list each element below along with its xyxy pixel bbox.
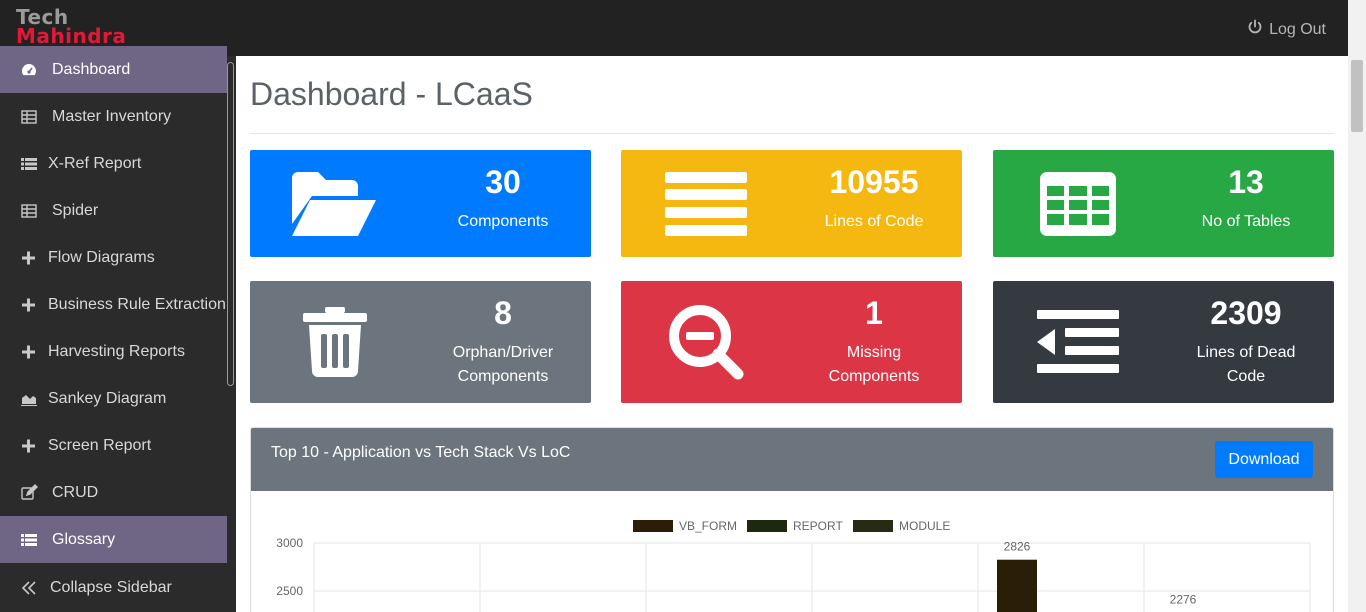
card-label: Lines of Code [824, 213, 924, 230]
legend-label: MODULE [899, 519, 950, 533]
legend-swatch [747, 520, 787, 532]
page-scrollbar-thumb[interactable] [1351, 60, 1363, 132]
card-value: 13 [1228, 164, 1264, 200]
sidebar-item-screen-report[interactable]: Screen Report [0, 422, 227, 469]
sidebar-item-label: Spider [52, 201, 99, 219]
card-orphan-driver-components[interactable]: 8 Orphan/Driver Components [250, 281, 591, 403]
sidebar-item-harvesting-reports[interactable]: Harvesting Reports [0, 328, 227, 375]
gauge-icon [20, 61, 38, 79]
sidebar-item-crud[interactable]: CRUD [0, 469, 227, 516]
bars-icon [621, 150, 791, 257]
y-tick-label: 3000 [276, 536, 303, 550]
sidebar-item-glossary[interactable]: Glossary [0, 516, 227, 563]
sidebar-item-label: Harvesting Reports [48, 342, 185, 360]
logout-button[interactable]: Log Out [1247, 19, 1326, 40]
card-no-of-tables[interactable]: 13 No of Tables [993, 150, 1334, 257]
sidebar-item-master-inventory[interactable]: Master Inventory [0, 93, 227, 140]
logo-text-line2: Mahindra [16, 24, 127, 48]
card-label-line1: Orphan/Driver [452, 344, 554, 361]
collapse-sidebar-button[interactable]: Collapse Sidebar [0, 564, 227, 611]
card-label: No of Tables [1201, 213, 1291, 230]
table-icon [20, 108, 38, 126]
table-icon [20, 202, 38, 220]
sidebar-item-business-rule-extraction[interactable]: Business Rule Extraction [0, 281, 227, 328]
sidebar-item-label: Glossary [52, 530, 116, 548]
card-value: 8 [494, 295, 512, 331]
card-label-line2: Components [828, 368, 920, 385]
sidebar-item-flow-diagrams[interactable]: Flow Diagrams [0, 234, 227, 281]
chart-title: Top 10 - Application vs Tech Stack Vs Lo… [271, 444, 571, 461]
plus-icon [20, 343, 38, 361]
double-chevron-left-icon [20, 579, 38, 597]
card-lines-of-dead-code[interactable]: 2309 Lines of Dead Code [993, 281, 1334, 403]
area-chart-icon [20, 390, 38, 408]
bar [997, 559, 1037, 612]
sidebar-scrollbar[interactable] [227, 62, 234, 386]
folder-open-icon [250, 150, 420, 257]
sidebar: Dashboard Master Inventory X-Ref Report … [0, 46, 236, 612]
card-label-line1: Lines of Dead [1196, 344, 1296, 361]
sidebar-item-label: Master Inventory [52, 107, 172, 125]
card-value: 1 [865, 295, 883, 331]
plus-icon [20, 296, 38, 314]
sidebar-item-spider[interactable]: Spider [0, 187, 227, 234]
card-label-line2: Components [457, 368, 549, 385]
card-components[interactable]: 30 Components [250, 150, 591, 257]
card-value: 2309 [1210, 295, 1282, 331]
sidebar-item-label: Screen Report [48, 436, 152, 454]
sidebar-item-label: Collapse Sidebar [50, 578, 172, 596]
card-label-line1: Missing [846, 344, 902, 361]
card-lines-of-code[interactable]: 10955 Lines of Code [621, 150, 962, 257]
list-icon [20, 155, 38, 173]
card-label-line2: Code [1226, 368, 1266, 385]
card-value: 10955 [829, 164, 919, 200]
logout-label: Log Out [1269, 20, 1326, 38]
outdent-icon [993, 281, 1163, 403]
sidebar-item-label: CRUD [52, 483, 99, 501]
edit-icon [20, 483, 38, 502]
sidebar-item-label: Dashboard [52, 60, 131, 78]
bar-data-label: 2826 [1004, 540, 1031, 554]
legend-swatch [633, 520, 673, 532]
chart-svg: VB_FORM REPORT MODULE 3000 2500 2826 2276 [276, 519, 1311, 612]
title-divider [250, 133, 1334, 134]
card-label: Components [457, 213, 549, 230]
trash-icon [250, 281, 420, 403]
sidebar-item-xref-report[interactable]: X-Ref Report [0, 140, 227, 187]
chart-panel: Top 10 - Application vs Tech Stack Vs Lo… [250, 427, 1334, 612]
chart-panel-header: Top 10 - Application vs Tech Stack Vs Lo… [251, 428, 1333, 491]
legend-swatch [853, 520, 893, 532]
sidebar-item-label: Business Rule Extraction [48, 295, 226, 313]
power-icon [1247, 19, 1263, 40]
plus-icon [20, 437, 38, 455]
sidebar-item-dashboard[interactable]: Dashboard [0, 46, 227, 93]
tech-mahindra-logo[interactable]: Tech Mahindra [16, 7, 126, 46]
y-tick-label: 2500 [276, 584, 303, 598]
sidebar-item-label: Sankey Diagram [48, 389, 167, 407]
bar-data-label: 2276 [1170, 593, 1197, 607]
card-value: 30 [485, 164, 521, 200]
sidebar-item-label: Flow Diagrams [48, 248, 155, 266]
card-missing-components[interactable]: 1 Missing Components [621, 281, 962, 403]
list-icon [20, 531, 38, 549]
legend-label: REPORT [793, 519, 843, 533]
sidebar-item-label: X-Ref Report [48, 154, 142, 172]
page-title: Dashboard - LCaaS [250, 76, 533, 112]
table-grid-icon [993, 150, 1163, 257]
legend-label: VB_FORM [679, 519, 737, 533]
download-button[interactable]: Download [1215, 441, 1313, 478]
sidebar-item-sankey-diagram[interactable]: Sankey Diagram [0, 375, 227, 422]
page-scrollbar[interactable] [1348, 0, 1366, 612]
search-minus-icon [621, 281, 791, 403]
plus-icon [20, 249, 38, 267]
main-content: Dashboard - LCaaS 30 Components 10955 Li… [236, 56, 1348, 612]
